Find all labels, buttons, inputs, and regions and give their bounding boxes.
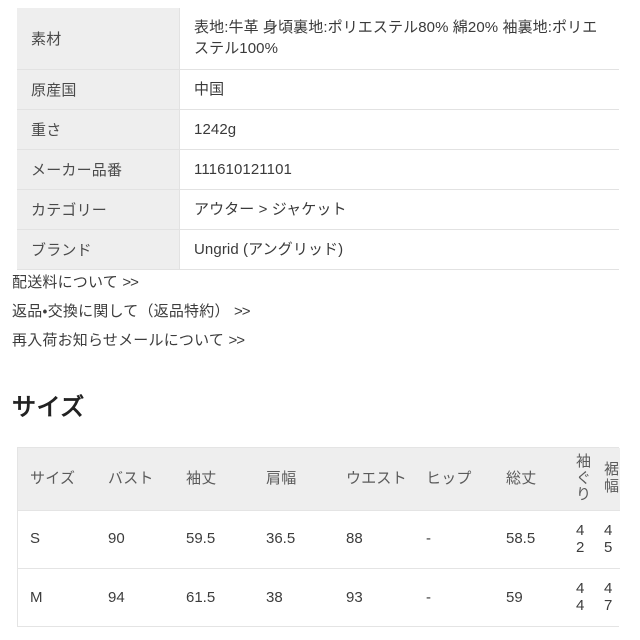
size-column-header-size: サイズ — [30, 469, 76, 487]
size-cell-size: S — [30, 530, 41, 548]
table-row: 素材 表地:牛革 身頃裏地:ポリエステル80% 綿20% 袖裏地:ポリエステル1… — [17, 8, 619, 70]
size-cell-bust: 94 — [108, 588, 125, 606]
link-returns-exchange[interactable]: 返品・交換に関して（返品特約） >> — [12, 304, 612, 319]
spec-label-origin: 原産国 — [17, 69, 180, 110]
size-cell-bust: 90 — [108, 530, 125, 548]
size-cell-waist: 93 — [346, 588, 363, 606]
info-links-list: 配送料について >> 返品・交換に関して（返品特約） >> 再入荷お知らせメール… — [12, 275, 612, 362]
spec-value-material: 表地:牛革 身頃裏地:ポリエステル80% 綿20% 袖裏地:ポリエステル100% — [179, 8, 619, 70]
spec-value-weight: 1242g — [179, 109, 619, 150]
size-column-header-shoulder-width: 肩幅 — [266, 469, 297, 487]
size-column-header-total-length: 総丈 — [506, 469, 537, 487]
size-chart-header-row: サイズ バスト 袖丈 肩幅 ウエスト ヒップ 総丈 袖ぐり 裾幅 — [18, 448, 620, 510]
product-spec-table: 素材 表地:牛革 身頃裏地:ポリエステル80% 綿20% 袖裏地:ポリエステル1… — [17, 8, 619, 270]
size-cell-total-length: 58.5 — [506, 530, 536, 548]
table-row: カテゴリー アウター > ジャケット — [17, 189, 619, 230]
size-cell-shoulder-width: 36.5 — [266, 530, 296, 548]
table-row: ブランド Ungrid (アングリッド) — [17, 229, 619, 270]
size-cell-hem-width: 45 — [604, 521, 613, 556]
size-cell-armhole: 42 — [576, 521, 585, 556]
spec-value-brand: Ungrid (アングリッド) — [179, 229, 619, 270]
size-column-header-hem-width: 裾幅 — [604, 461, 620, 495]
size-section-heading: サイズ — [12, 394, 85, 421]
spec-value-category: アウター > ジャケット — [179, 189, 619, 230]
table-row: S 90 59.5 36.5 88 - 58.5 42 45 — [18, 510, 620, 568]
size-cell-total-length: 59 — [506, 588, 523, 606]
product-spec-table-container: 素材 表地:牛革 身頃裏地:ポリエステル80% 綿20% 袖裏地:ポリエステル1… — [17, 8, 619, 270]
spec-label-manufacturer-code: メーカー品番 — [17, 149, 180, 190]
spec-label-brand: ブランド — [17, 229, 180, 270]
chevron-right-icon: >> — [122, 274, 139, 291]
spec-label-material: 素材 — [17, 8, 180, 70]
size-cell-size: M — [30, 588, 43, 606]
size-cell-armhole: 44 — [576, 580, 585, 615]
size-cell-sleeve-length: 61.5 — [186, 588, 216, 606]
link-returns-exchange-label: 返品・交換に関して（返品特約） — [12, 303, 230, 320]
chevron-right-icon: >> — [234, 303, 251, 320]
size-cell-hem-width: 47 — [604, 580, 613, 615]
size-chart-table: サイズ バスト 袖丈 肩幅 ウエスト ヒップ 総丈 袖ぐり 裾幅 S 90 59… — [18, 448, 620, 626]
link-shipping-fee-label: 配送料について — [12, 274, 118, 291]
size-column-header-sleeve-length: 袖丈 — [186, 469, 217, 487]
size-chart-table-container: サイズ バスト 袖丈 肩幅 ウエスト ヒップ 総丈 袖ぐり 裾幅 S 90 59… — [17, 447, 620, 627]
table-row: M 94 61.5 38 93 - 59 44 47 — [18, 568, 620, 626]
link-restock-notification-label: 再入荷お知らせメールについて — [12, 332, 225, 349]
table-row: 重さ 1242g — [17, 109, 619, 150]
size-cell-waist: 88 — [346, 530, 363, 548]
size-column-header-bust: バスト — [108, 469, 154, 487]
size-cell-hip: - — [426, 530, 431, 548]
link-shipping-fee[interactable]: 配送料について >> — [12, 275, 612, 290]
link-restock-notification[interactable]: 再入荷お知らせメールについて >> — [12, 333, 612, 348]
spec-value-origin: 中国 — [179, 69, 619, 110]
product-detail-page: 素材 表地:牛革 身頃裏地:ポリエステル80% 綿20% 袖裏地:ポリエステル1… — [0, 0, 640, 640]
size-column-header-hip: ヒップ — [426, 469, 472, 487]
spec-label-weight: 重さ — [17, 109, 180, 150]
size-cell-hip: - — [426, 588, 431, 606]
spec-value-manufacturer-code: 111610121101 — [179, 149, 619, 190]
size-column-header-armhole: 袖ぐり — [576, 453, 592, 503]
spec-label-category: カテゴリー — [17, 189, 180, 230]
size-column-header-waist: ウエスト — [346, 469, 407, 487]
table-row: メーカー品番 111610121101 — [17, 149, 619, 190]
size-cell-shoulder-width: 38 — [266, 588, 283, 606]
size-cell-sleeve-length: 59.5 — [186, 530, 216, 548]
table-row: 原産国 中国 — [17, 69, 619, 110]
chevron-right-icon: >> — [228, 332, 245, 349]
